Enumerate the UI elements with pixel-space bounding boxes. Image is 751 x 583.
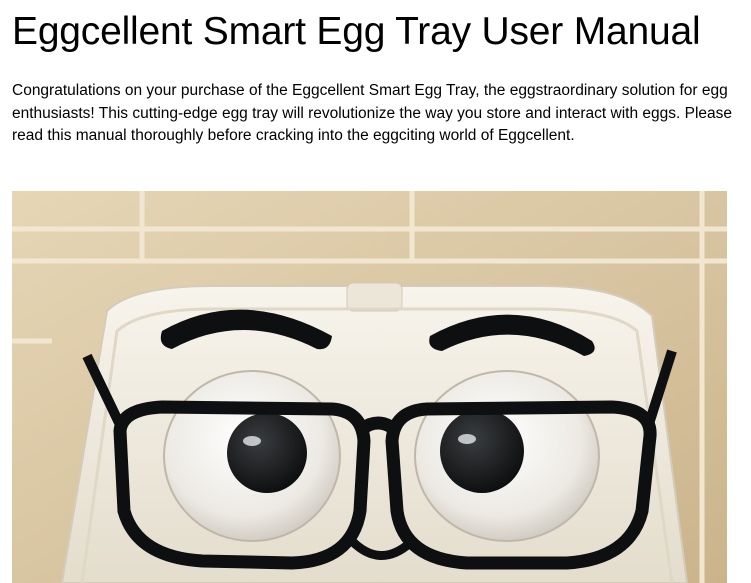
tray-clip xyxy=(346,282,403,312)
intro-paragraph: Congratulations on your purchase of the … xyxy=(12,82,732,144)
product-photo xyxy=(12,191,727,583)
page-title: Eggcellent Smart Egg Tray User Manual xyxy=(12,10,701,53)
glasses-bridge xyxy=(358,416,398,435)
manual-page: Eggcellent Smart Egg Tray User Manual Co… xyxy=(0,0,751,583)
right-pupil xyxy=(440,409,524,493)
egg-tray-illustration xyxy=(12,191,727,583)
left-pupil xyxy=(227,413,307,493)
